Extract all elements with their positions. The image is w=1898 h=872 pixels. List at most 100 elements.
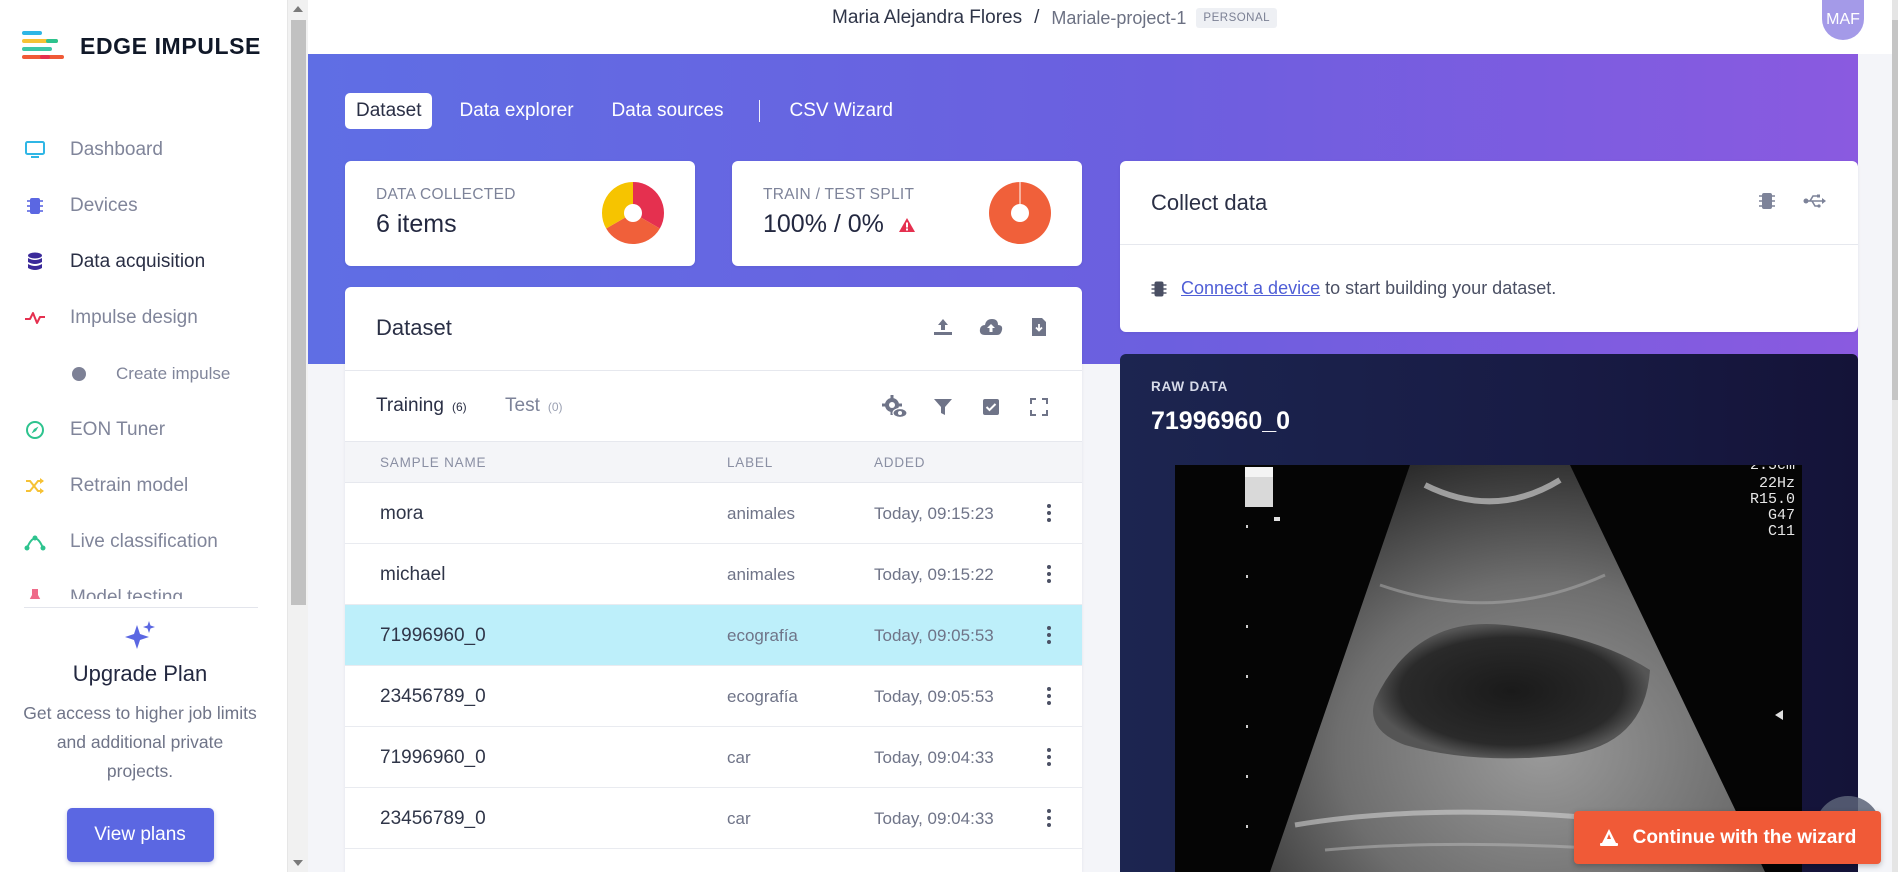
sidebar-item-create-impulse[interactable]: Create impulse [0, 346, 270, 402]
brand-logo[interactable]: EDGE IMPULSE [22, 31, 261, 61]
warning-icon[interactable] [898, 217, 916, 233]
sidebar-nav: Dashboard Devices Data acquisition Impul… [0, 122, 270, 599]
expand-icon[interactable] [1026, 394, 1052, 420]
scroll-down-arrow-icon[interactable] [293, 860, 303, 866]
breadcrumb: Maria Alejandra Flores / Mariale-project… [832, 7, 1278, 29]
select-checkbox-icon[interactable] [978, 394, 1004, 420]
sample-added: Today, 09:04:33 [874, 809, 994, 828]
table-row[interactable]: 23456789_0 ecografía Today, 09:05:53 [345, 666, 1082, 727]
sidebar-item-retrain-model[interactable]: Retrain model [0, 458, 270, 514]
row-menu-icon[interactable] [1038, 743, 1060, 771]
train-test-split-label: TRAIN / TEST SPLIT [763, 186, 915, 203]
sidebar-item-label: Live classification [70, 531, 218, 552]
raw-data-sample-id: 71996960_0 [1151, 407, 1291, 435]
dataset-card: Dataset Training (6) Test (0) SAMPLE NAM… [345, 287, 1082, 872]
column-header-label[interactable]: LABEL [727, 455, 773, 470]
sidebar-item-data-acquisition[interactable]: Data acquisition [0, 234, 270, 290]
overlay-depth: 2.5cm [1750, 465, 1795, 474]
edge-impulse-logo-icon [22, 31, 64, 59]
user-name[interactable]: Maria Alejandra Flores [832, 7, 1022, 29]
network-icon [24, 531, 46, 553]
file-download-icon[interactable] [1026, 314, 1052, 340]
sample-label: ecografía [727, 626, 798, 645]
filter-icon[interactable] [930, 394, 956, 420]
collect-data-text: to start building your dataset. [1320, 278, 1557, 298]
table-row[interactable]: 23456789_0 car Today, 09:04:33 [345, 788, 1082, 849]
sample-added: Today, 09:05:53 [874, 687, 994, 706]
sidebar-item-model-testing[interactable]: Model testing [0, 570, 270, 599]
breadcrumb-separator: / [1034, 7, 1040, 28]
shuffle-icon [24, 475, 46, 497]
pulse-icon [24, 307, 46, 329]
tab-data-explorer[interactable]: Data explorer [448, 93, 584, 129]
raw-data-label: RAW DATA [1151, 379, 1229, 394]
device-chip-icon[interactable] [1754, 188, 1780, 214]
data-collected-label: DATA COLLECTED [376, 186, 516, 203]
scroll-up-arrow-icon[interactable] [293, 6, 303, 12]
upgrade-description: Get access to higher job limits and addi… [23, 703, 257, 781]
sidebar-scroll-thumb[interactable] [291, 20, 306, 605]
continue-wizard-button[interactable]: Continue with the wizard [1574, 811, 1881, 864]
sidebar-item-label: Model testing [70, 587, 184, 599]
sparkle-star-icon [125, 621, 155, 649]
table-row[interactable]: 71996960_0 car Today, 09:04:33 [345, 727, 1082, 788]
collect-data-message: Connect a device to start building your … [1151, 278, 1556, 299]
sample-added: Today, 09:04:33 [874, 748, 994, 767]
wizard-hat-icon [1599, 828, 1618, 846]
tab-test[interactable]: Test (0) [505, 395, 563, 417]
sidebar-item-label: Dashboard [70, 139, 163, 160]
chip-icon [24, 195, 46, 217]
tab-divider [758, 100, 760, 122]
column-header-sample-name[interactable]: SAMPLE NAME [380, 455, 486, 470]
sidebar: EDGE IMPULSE Dashboard Devices Data acqu… [0, 0, 287, 872]
sidebar-item-impulse-design[interactable]: Impulse design [0, 290, 270, 346]
sidebar-item-label: Devices [70, 195, 138, 216]
table-row[interactable]: michael animales Today, 09:15:22 [345, 544, 1082, 605]
sample-name: 23456789_0 [380, 808, 486, 829]
row-menu-icon[interactable] [1038, 621, 1060, 649]
tab-training[interactable]: Training (6) [376, 395, 467, 417]
row-menu-icon[interactable] [1038, 804, 1060, 832]
table-row[interactable]: mora animales Today, 09:15:23 [345, 483, 1082, 544]
sidebar-item-eon-tuner[interactable]: EON Tuner [0, 402, 270, 458]
table-row-selected[interactable]: 71996960_0 ecografía Today, 09:05:53 [345, 605, 1082, 666]
column-header-added[interactable]: ADDED [874, 455, 925, 470]
sample-label: ecografía [727, 687, 798, 706]
database-icon [24, 251, 46, 273]
sidebar-item-devices[interactable]: Devices [0, 178, 270, 234]
train-test-split-pie-icon [989, 182, 1051, 244]
project-name[interactable]: Mariale-project-1 [1051, 8, 1186, 29]
row-menu-icon[interactable] [1038, 682, 1060, 710]
continue-wizard-label: Continue with the wizard [1632, 826, 1857, 848]
train-test-split-card: TRAIN / TEST SPLIT 100% / 0% [732, 161, 1082, 266]
sample-name: michael [380, 564, 446, 585]
brand-name: EDGE IMPULSE [80, 32, 262, 59]
sidebar-item-label: Create impulse [116, 364, 231, 383]
row-menu-icon[interactable] [1038, 499, 1060, 527]
cloud-upload-icon[interactable] [978, 314, 1004, 340]
connect-device-link[interactable]: Connect a device [1181, 278, 1320, 298]
sidebar-item-live-classification[interactable]: Live classification [0, 514, 270, 570]
view-plans-button[interactable]: View plans [66, 808, 214, 862]
overlay-gain: G47 [1768, 507, 1795, 524]
avatar[interactable]: MAF [1822, 0, 1864, 40]
training-tab-label: Training [376, 395, 444, 416]
sample-added: Today, 09:15:23 [874, 504, 994, 523]
tab-csv-wizard[interactable]: CSV Wizard [779, 93, 904, 129]
row-menu-icon[interactable] [1038, 560, 1060, 588]
tab-data-sources[interactable]: Data sources [601, 93, 735, 129]
settings-view-icon[interactable] [882, 394, 908, 420]
sidebar-item-label: Data acquisition [70, 251, 206, 272]
sample-label: animales [727, 565, 796, 584]
sidebar-scrollbar[interactable] [287, 0, 308, 872]
upload-icon[interactable] [930, 314, 956, 340]
usb-icon[interactable] [1802, 188, 1828, 214]
raw-data-panel: RAW DATA 71996960_0 2.5cm 22Hz R15.0 G47… [1120, 354, 1858, 872]
sample-name: mora [380, 503, 424, 524]
page-scroll-thumb[interactable] [1892, 20, 1898, 400]
dot-icon [72, 367, 86, 381]
test-count: (0) [547, 400, 563, 414]
sidebar-item-dashboard[interactable]: Dashboard [0, 122, 270, 178]
data-collected-value: 6 items [376, 210, 457, 238]
tab-dataset[interactable]: Dataset [345, 93, 433, 129]
